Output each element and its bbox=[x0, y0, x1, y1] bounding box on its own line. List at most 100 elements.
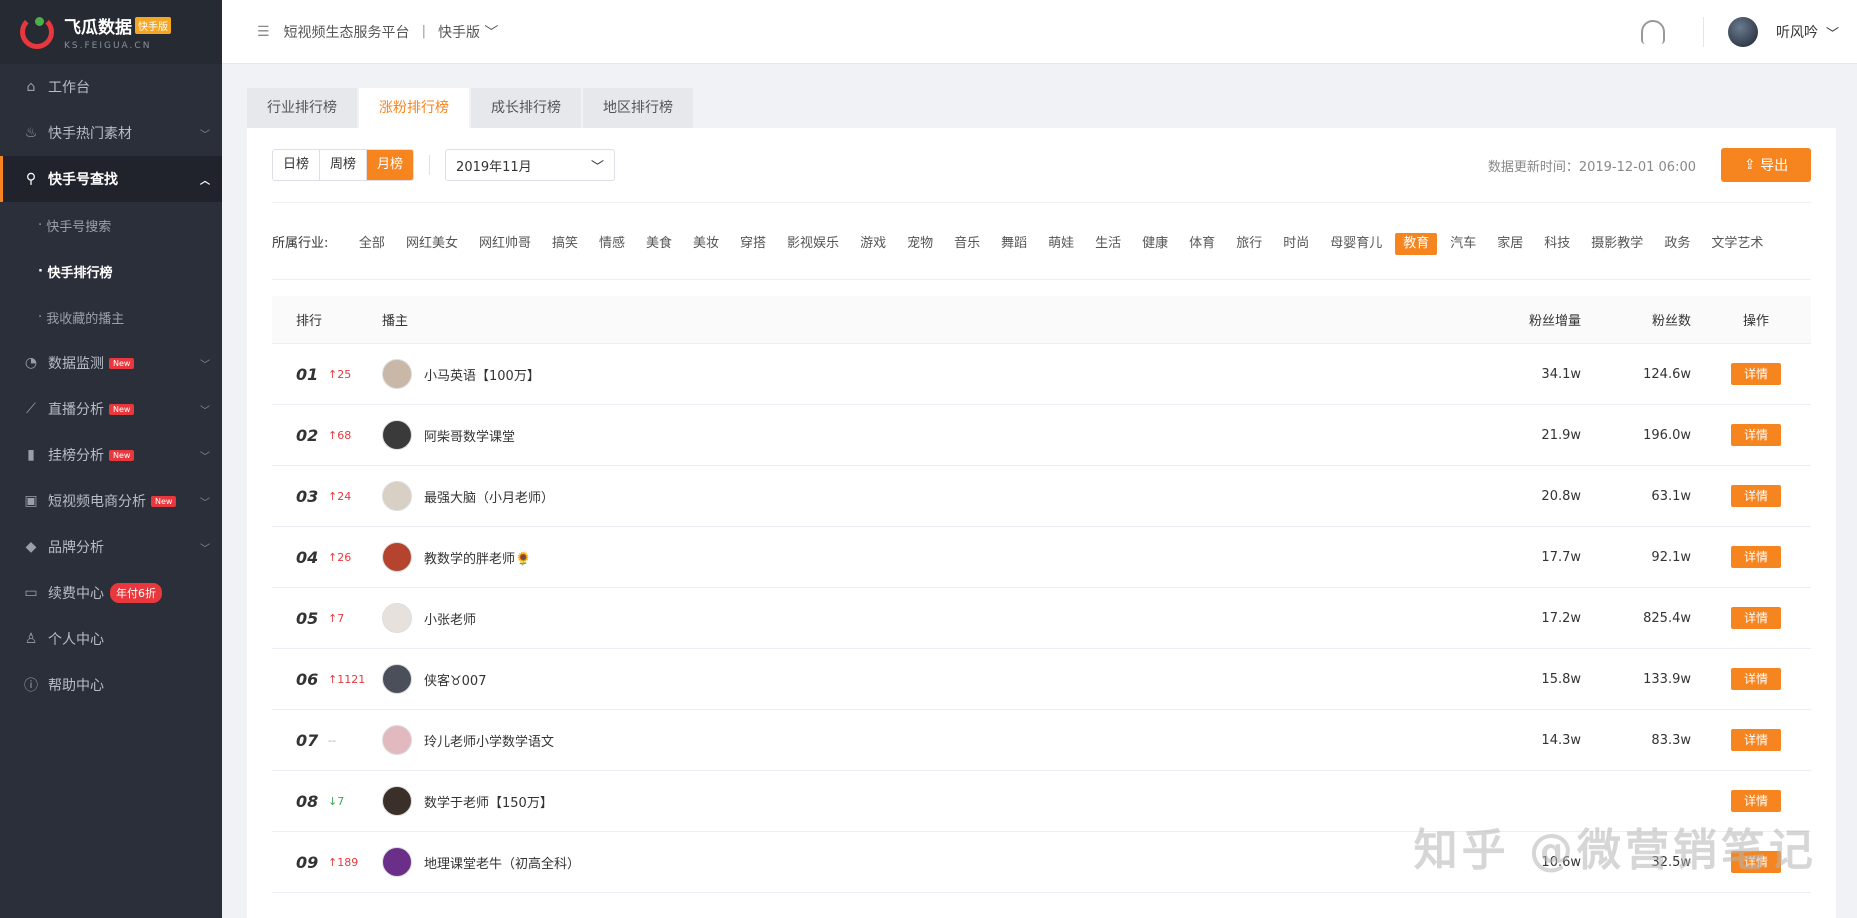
tab-fans-growth-ranking[interactable]: 涨粉排行榜 bbox=[359, 88, 469, 128]
header-fans-count[interactable]: 粉丝数 bbox=[1591, 310, 1701, 329]
industry-option[interactable]: 美妆 bbox=[685, 233, 727, 255]
fans-increase: 20.8w bbox=[1541, 488, 1581, 504]
sidebar-item-ecommerce-analysis[interactable]: ▣ 短视频电商分析 New ﹀ bbox=[0, 478, 222, 524]
avatar[interactable] bbox=[382, 359, 412, 389]
anchor-name[interactable]: 地理课堂老牛（初高全科） bbox=[424, 853, 580, 872]
fans-increase: 34.1w bbox=[1541, 366, 1581, 382]
chevron-down-icon[interactable]: ﹀ bbox=[1826, 23, 1839, 42]
sidebar-item-label: 快手号查找 bbox=[48, 172, 118, 188]
industry-option[interactable]: 全部 bbox=[351, 233, 393, 255]
industry-option[interactable]: 情感 bbox=[591, 233, 633, 255]
anchor-name[interactable]: 侠客♉007 bbox=[424, 670, 486, 689]
industry-option[interactable]: 政务 bbox=[1656, 233, 1698, 255]
detail-button[interactable]: 详情 bbox=[1731, 668, 1781, 690]
detail-button[interactable]: 详情 bbox=[1731, 607, 1781, 629]
industry-option[interactable]: 生活 bbox=[1087, 233, 1129, 255]
version-switcher[interactable]: 快手版 ﹀ bbox=[438, 22, 498, 42]
sidebar-item-renewal-center[interactable]: ▭ 续费中心 年付6折 bbox=[0, 570, 222, 616]
tab-industry-ranking[interactable]: 行业排行榜 bbox=[247, 88, 357, 128]
feigua-logo-icon bbox=[20, 15, 54, 49]
sidebar-item-brand-analysis[interactable]: ◆ 品牌分析 ﹀ bbox=[0, 524, 222, 570]
detail-button[interactable]: 详情 bbox=[1731, 424, 1781, 446]
username[interactable]: 听风吟 bbox=[1776, 22, 1818, 42]
industry-option[interactable]: 摄影教学 bbox=[1583, 233, 1651, 255]
sidebar-item-account-finder[interactable]: ⚲ 快手号查找 ︿ bbox=[0, 156, 222, 202]
industry-option[interactable]: 健康 bbox=[1134, 233, 1176, 255]
industry-option[interactable]: 体育 bbox=[1181, 233, 1223, 255]
industry-option[interactable]: 汽车 bbox=[1442, 233, 1484, 255]
sidebar-item-rank-analysis[interactable]: ▮ 挂榜分析 New ﹀ bbox=[0, 432, 222, 478]
rank-change: ↓7 bbox=[328, 794, 345, 808]
industry-option[interactable]: 旅行 bbox=[1228, 233, 1270, 255]
industry-option[interactable]: 萌娃 bbox=[1040, 233, 1082, 255]
tab-growth-ranking[interactable]: 成长排行榜 bbox=[471, 88, 581, 128]
detail-button[interactable]: 详情 bbox=[1731, 546, 1781, 568]
industry-option[interactable]: 影视娱乐 bbox=[779, 233, 847, 255]
avatar[interactable] bbox=[382, 420, 412, 450]
chevron-down-icon: ﹀ bbox=[200, 129, 210, 141]
industry-option[interactable]: 舞蹈 bbox=[993, 233, 1035, 255]
brand-domain: KS.FEIGUA.CN bbox=[64, 41, 152, 51]
separator: | bbox=[421, 24, 426, 39]
sidebar-item-label: 快手热门素材 bbox=[48, 126, 132, 142]
detail-button[interactable]: 详情 bbox=[1731, 729, 1781, 751]
industry-option[interactable]: 搞笑 bbox=[544, 233, 586, 255]
industry-option[interactable]: 游戏 bbox=[852, 233, 894, 255]
industry-option[interactable]: 美食 bbox=[638, 233, 680, 255]
logo[interactable]: 飞瓜数据 快手版 KS.FEIGUA.CN bbox=[0, 0, 222, 64]
detail-button[interactable]: 详情 bbox=[1731, 485, 1781, 507]
sidebar-item-personal-center[interactable]: ♙ 个人中心 bbox=[0, 616, 222, 662]
sidebar-item-live-analysis[interactable]: ⟋ 直播分析 New ﹀ bbox=[0, 386, 222, 432]
date-select[interactable]: 2019年11月 ﹀ bbox=[445, 149, 616, 181]
detail-button[interactable]: 详情 bbox=[1731, 790, 1781, 812]
avatar[interactable] bbox=[382, 481, 412, 511]
industry-option[interactable]: 时尚 bbox=[1275, 233, 1317, 255]
industry-option[interactable]: 科技 bbox=[1536, 233, 1578, 255]
industry-option[interactable]: 家居 bbox=[1489, 233, 1531, 255]
rank-change: ↑68 bbox=[328, 428, 352, 442]
avatar[interactable] bbox=[382, 847, 412, 877]
detail-button[interactable]: 详情 bbox=[1731, 363, 1781, 385]
header-anchor: 播主 bbox=[382, 314, 409, 329]
sidebar-item-data-monitor[interactable]: ◔ 数据监测 New ﹀ bbox=[0, 340, 222, 386]
sidebar-item-hot-materials[interactable]: ♨ 快手热门素材 ﹀ bbox=[0, 110, 222, 156]
sidebar-subitem-account-search[interactable]: · 快手号搜索 bbox=[0, 202, 222, 248]
table-body: 01 ↑25 小马英语【100万】 34.1w 124.6w 详情 02 ↑68 阿柴哥数学课堂… bbox=[272, 344, 1811, 893]
sidebar-item-help-center[interactable]: ⓘ 帮助中心 bbox=[0, 662, 222, 708]
anchor-name[interactable]: 教数学的胖老师🌻 bbox=[424, 548, 531, 567]
industry-option[interactable]: 母婴育儿 bbox=[1322, 233, 1390, 255]
industry-option[interactable]: 文学艺术 bbox=[1703, 233, 1771, 255]
header-fans-increase[interactable]: 粉丝增量 bbox=[1481, 310, 1591, 329]
industry-option[interactable]: 网红美女 bbox=[398, 233, 466, 255]
fans-increase: 15.8w bbox=[1541, 671, 1581, 687]
menu-toggle-icon[interactable]: ☰ bbox=[257, 24, 270, 40]
headset-icon[interactable] bbox=[1640, 20, 1665, 44]
industry-option[interactable]: 网红帅哥 bbox=[471, 233, 539, 255]
avatar[interactable] bbox=[382, 664, 412, 694]
avatar[interactable] bbox=[382, 786, 412, 816]
avatar[interactable] bbox=[382, 542, 412, 572]
sidebar-subitem-ranking[interactable]: · 快手排行榜 bbox=[0, 248, 222, 294]
anchor-name[interactable]: 小张老师 bbox=[424, 609, 476, 628]
anchor-name[interactable]: 数学于老师【150万】 bbox=[424, 792, 553, 811]
industry-option[interactable]: 音乐 bbox=[946, 233, 988, 255]
sidebar-subitem-favorites[interactable]: · 我收藏的播主 bbox=[0, 294, 222, 340]
anchor-name[interactable]: 阿柴哥数学课堂 bbox=[424, 426, 515, 445]
period-month-button[interactable]: 月榜 bbox=[367, 150, 414, 180]
anchor-name[interactable]: 最强大脑（小月老师） bbox=[424, 487, 554, 506]
rank-number: 05 bbox=[296, 608, 319, 628]
tab-region-ranking[interactable]: 地区排行榜 bbox=[583, 88, 693, 128]
anchor-name[interactable]: 玲儿老师小学数学语文 bbox=[424, 731, 554, 750]
industry-option[interactable]: 宠物 bbox=[899, 233, 941, 255]
period-day-button[interactable]: 日榜 bbox=[273, 150, 321, 180]
avatar[interactable] bbox=[1727, 17, 1758, 47]
export-button[interactable]: ⇪ 导出 bbox=[1721, 148, 1811, 182]
industry-option[interactable]: 穿搭 bbox=[732, 233, 774, 255]
period-week-button[interactable]: 周榜 bbox=[320, 150, 368, 180]
sidebar-item-workbench[interactable]: ⌂ 工作台 bbox=[0, 64, 222, 110]
avatar[interactable] bbox=[382, 725, 412, 755]
avatar[interactable] bbox=[382, 603, 412, 633]
anchor-name[interactable]: 小马英语【100万】 bbox=[424, 365, 540, 384]
rank-number: 06 bbox=[296, 669, 319, 689]
industry-option[interactable]: 教育 bbox=[1395, 233, 1438, 255]
